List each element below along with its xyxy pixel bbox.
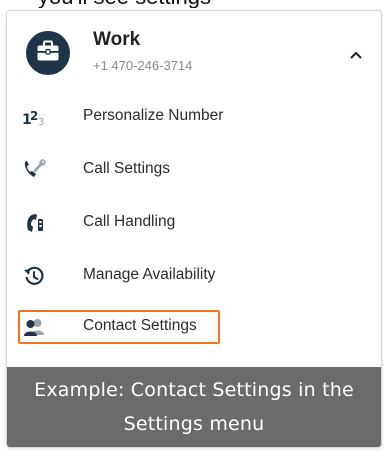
phone-wrench-icon xyxy=(21,158,47,182)
chevron-up-icon[interactable] xyxy=(342,41,370,69)
menu-item-label: Manage Availability xyxy=(83,266,216,283)
menu-item-label: Call Handling xyxy=(83,213,176,230)
svg-text:3: 3 xyxy=(38,117,44,127)
account-name: Work xyxy=(93,29,141,50)
avatar xyxy=(26,31,70,75)
menu-item-call-settings[interactable]: Call Settings xyxy=(7,150,381,190)
caption-banner: Example: Contact Settings in the Setting… xyxy=(7,367,381,447)
account-header[interactable]: Work +1 470-246-3714 xyxy=(7,11,381,101)
briefcase-icon xyxy=(36,40,60,67)
account-phone-number: +1 470-246-3714 xyxy=(93,58,193,73)
caption-text: Example: Contact Settings in the Setting… xyxy=(34,379,354,435)
history-clock-icon xyxy=(21,264,47,288)
menu-item-label: Contact Settings xyxy=(83,317,197,334)
phone-handling-icon xyxy=(21,211,47,235)
menu-item-manage-availability[interactable]: Manage Availability xyxy=(7,256,381,296)
menu-item-contact-settings[interactable]: Contact Settings xyxy=(7,307,381,347)
number-123-icon: 1 2 3 xyxy=(21,105,47,129)
cropped-heading-fragment: you'll see settings xyxy=(0,0,384,8)
menu-item-personalize-number[interactable]: 1 2 3 Personalize Number xyxy=(7,97,381,137)
menu-item-label: Call Settings xyxy=(83,160,171,177)
menu-item-label: Personalize Number xyxy=(83,107,224,124)
menu-item-call-handling[interactable]: Call Handling xyxy=(7,203,381,243)
settings-menu-panel: Work +1 470-246-3714 1 2 3 Personalize N… xyxy=(6,10,382,448)
contacts-people-icon xyxy=(21,315,47,339)
